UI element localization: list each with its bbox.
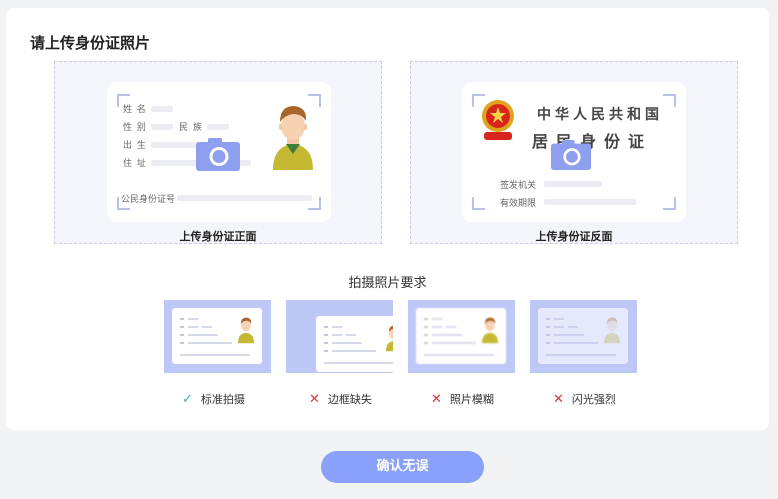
requirement-standard: ✓ 标准拍摄 bbox=[182, 392, 245, 407]
example-border-missing-photo bbox=[286, 300, 393, 373]
example-blurry-photo bbox=[408, 300, 515, 373]
upload-front-label: 上传身份证正面 bbox=[179, 230, 257, 243]
field-id-number-label: 公民身份证号 bbox=[121, 195, 176, 205]
id-back-country: 中华人民共和国 bbox=[537, 107, 663, 123]
page-title: 请上传身份证照片 bbox=[30, 34, 151, 52]
cross-icon: ✕ bbox=[309, 392, 320, 407]
field-gender-label: 性 别 bbox=[123, 123, 147, 133]
id-back-card-name: 居民身份证 bbox=[532, 132, 653, 151]
id-card-front-preview: 姓 名 性 别 民 族 出 生 住 址 公民身份证号 bbox=[107, 82, 331, 222]
field-validity-label: 有效期限 bbox=[500, 199, 537, 209]
requirement-border-missing: ✕ 边框缺失 bbox=[309, 392, 372, 407]
upload-front-area[interactable]: 姓 名 性 别 民 族 出 生 住 址 公民身份证号 上传身份证正面 bbox=[54, 61, 382, 244]
field-name-label: 姓 名 bbox=[123, 105, 147, 115]
requirement-blurry: ✕ 照片模糊 bbox=[431, 392, 494, 407]
national-emblem-icon bbox=[482, 100, 514, 140]
field-birth-label: 出 生 bbox=[123, 141, 147, 151]
example-standard-photo bbox=[164, 300, 271, 373]
field-ethnicity-label: 民 族 bbox=[179, 123, 203, 133]
example-strong-flash-photo bbox=[530, 300, 637, 373]
confirm-button[interactable]: 确认无误 bbox=[321, 451, 484, 483]
field-address-label: 住 址 bbox=[123, 159, 147, 169]
camera-icon bbox=[196, 138, 240, 171]
avatar-portrait-icon bbox=[273, 106, 313, 170]
requirement-strong-flash: ✕ 闪光强烈 bbox=[553, 392, 616, 407]
check-icon: ✓ bbox=[182, 392, 193, 407]
cross-icon: ✕ bbox=[553, 392, 564, 407]
cross-icon: ✕ bbox=[431, 392, 442, 407]
field-issuer-label: 签发机关 bbox=[500, 181, 537, 191]
id-card-back-preview: 中华人民共和国 居民身份证 签发机关 有效期限 bbox=[462, 82, 686, 222]
camera-icon bbox=[551, 140, 591, 170]
upload-back-label: 上传身份证反面 bbox=[535, 230, 613, 243]
requirements-title: 拍摄照片要求 bbox=[348, 276, 427, 291]
upload-panel: 请上传身份证照片 姓 名 性 别 民 族 出 生 住 址 公民身份证号 上传身份… bbox=[6, 8, 769, 430]
upload-back-area[interactable]: 中华人民共和国 居民身份证 签发机关 有效期限 上传身份证反面 bbox=[410, 61, 738, 244]
